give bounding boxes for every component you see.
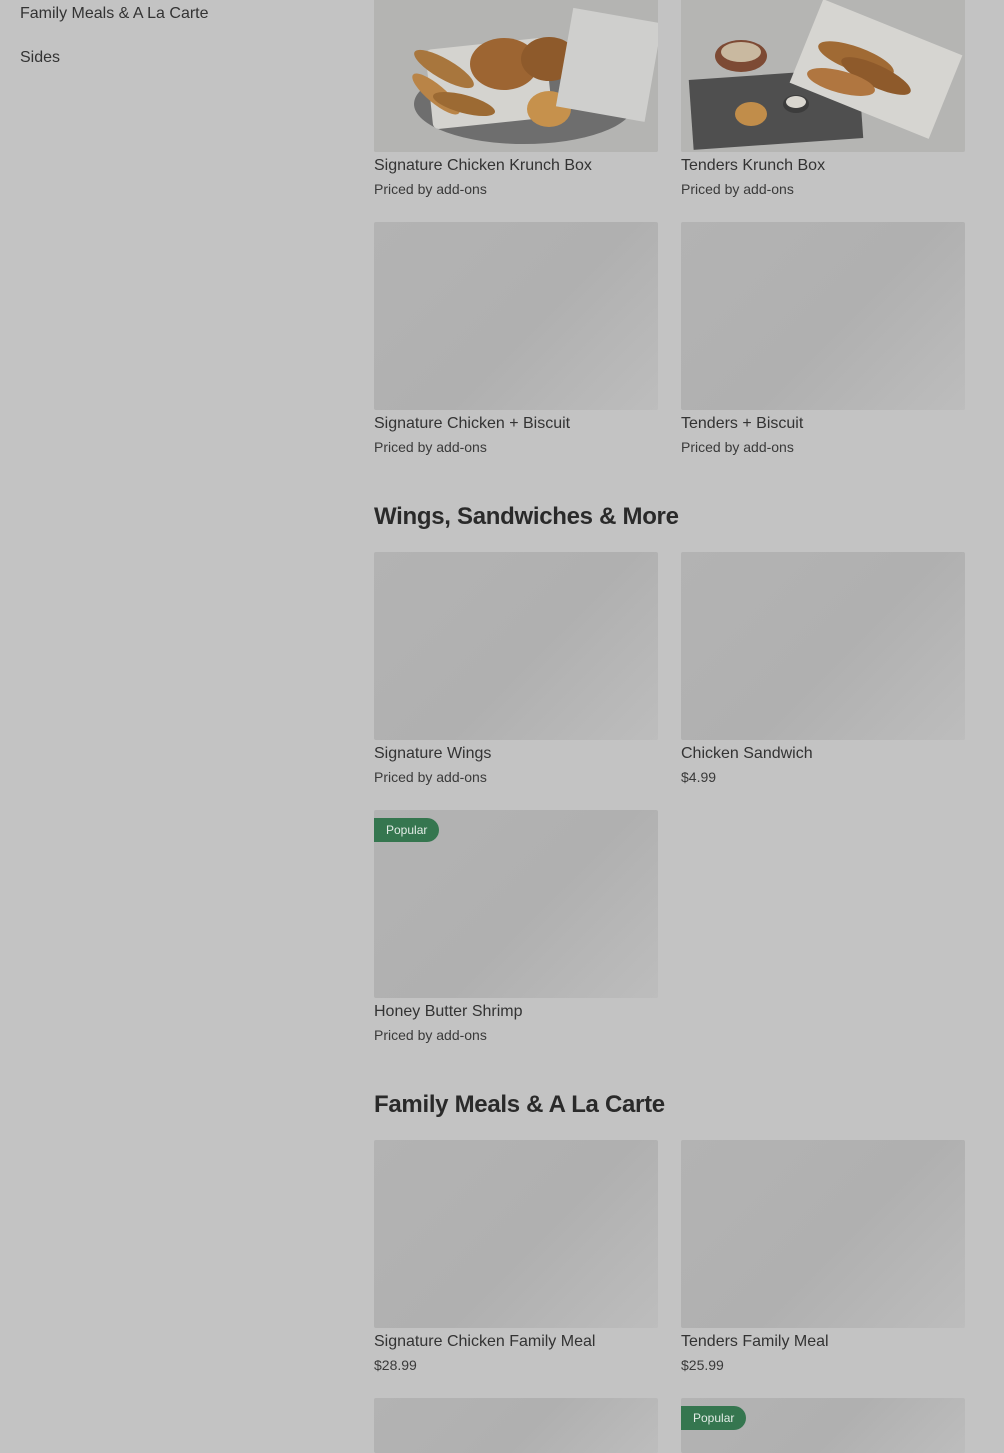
tenders-krunch-box-photo <box>681 0 965 152</box>
menu-item-price: $28.99 <box>374 1357 417 1373</box>
menu-item-name: Honey Butter Shrimp <box>374 1003 523 1020</box>
menu-item-name: Signature Chicken Family Meal <box>374 1333 596 1350</box>
menu-item-card[interactable]: Chicken Sandwich $4.99 <box>681 552 965 785</box>
section-title-family-meals: Family Meals & A La Carte <box>374 1091 665 1118</box>
sidebar-item-family-meals[interactable]: Family Meals & A La Carte <box>20 5 209 23</box>
menu-item-card[interactable] <box>374 1398 658 1453</box>
menu-item-card[interactable]: Signature Chicken Krunch Box Priced by a… <box>374 0 658 197</box>
menu-item-name: Signature Chicken Krunch Box <box>374 157 592 174</box>
menu-item-price: Priced by add-ons <box>374 181 487 197</box>
menu-item-name: Tenders Family Meal <box>681 1333 829 1350</box>
menu-item-card[interactable]: Tenders + Biscuit Priced by add-ons <box>681 222 965 455</box>
chicken-krunch-box-photo <box>374 0 658 152</box>
menu-item-price: Priced by add-ons <box>681 181 794 197</box>
menu-item-name: Signature Wings <box>374 745 492 762</box>
menu-item-price: Priced by add-ons <box>374 769 487 785</box>
section-title-wings: Wings, Sandwiches & More <box>374 503 679 530</box>
menu-item-card[interactable]: Signature Chicken Family Meal $28.99 <box>374 1140 658 1373</box>
menu-item-image-placeholder: Popular <box>374 810 658 998</box>
menu-item-price: $4.99 <box>681 769 717 785</box>
menu-item-card[interactable]: Signature Chicken + Biscuit Priced by ad… <box>374 222 658 455</box>
menu-item-image-placeholder <box>681 222 965 410</box>
menu-item-price: $25.99 <box>681 1357 724 1373</box>
sidebar-item-sides[interactable]: Sides <box>20 49 60 67</box>
menu-item-image-placeholder <box>374 222 658 410</box>
menu-item-card[interactable]: Tenders Family Meal $25.99 <box>681 1140 965 1373</box>
menu-item-name: Signature Chicken + Biscuit <box>374 415 571 432</box>
menu-item-image-placeholder <box>681 1140 965 1328</box>
menu-item-image-placeholder: Popular <box>681 1398 965 1453</box>
menu-item-name: Chicken Sandwich <box>681 745 813 762</box>
menu-item-card[interactable]: Popular <box>681 1398 965 1453</box>
menu-item-card[interactable]: Tenders Krunch Box Priced by add-ons <box>681 0 965 197</box>
menu-item-image-placeholder <box>681 552 965 740</box>
menu-item-name: Tenders Krunch Box <box>681 157 826 174</box>
menu-item-card[interactable]: Popular Honey Butter Shrimp Priced by ad… <box>374 810 658 1043</box>
menu-item-price: Priced by add-ons <box>374 439 487 455</box>
popular-badge: Popular <box>374 818 440 842</box>
menu-item-image-placeholder <box>374 1398 658 1453</box>
menu-item-image-placeholder <box>374 552 658 740</box>
menu-item-name: Tenders + Biscuit <box>681 415 804 432</box>
menu-item-image-placeholder <box>374 1140 658 1328</box>
popular-badge: Popular <box>681 1406 747 1430</box>
menu-item-price: Priced by add-ons <box>374 1027 487 1043</box>
menu-item-price: Priced by add-ons <box>681 439 794 455</box>
menu-item-card[interactable]: Signature Wings Priced by add-ons <box>374 552 658 785</box>
